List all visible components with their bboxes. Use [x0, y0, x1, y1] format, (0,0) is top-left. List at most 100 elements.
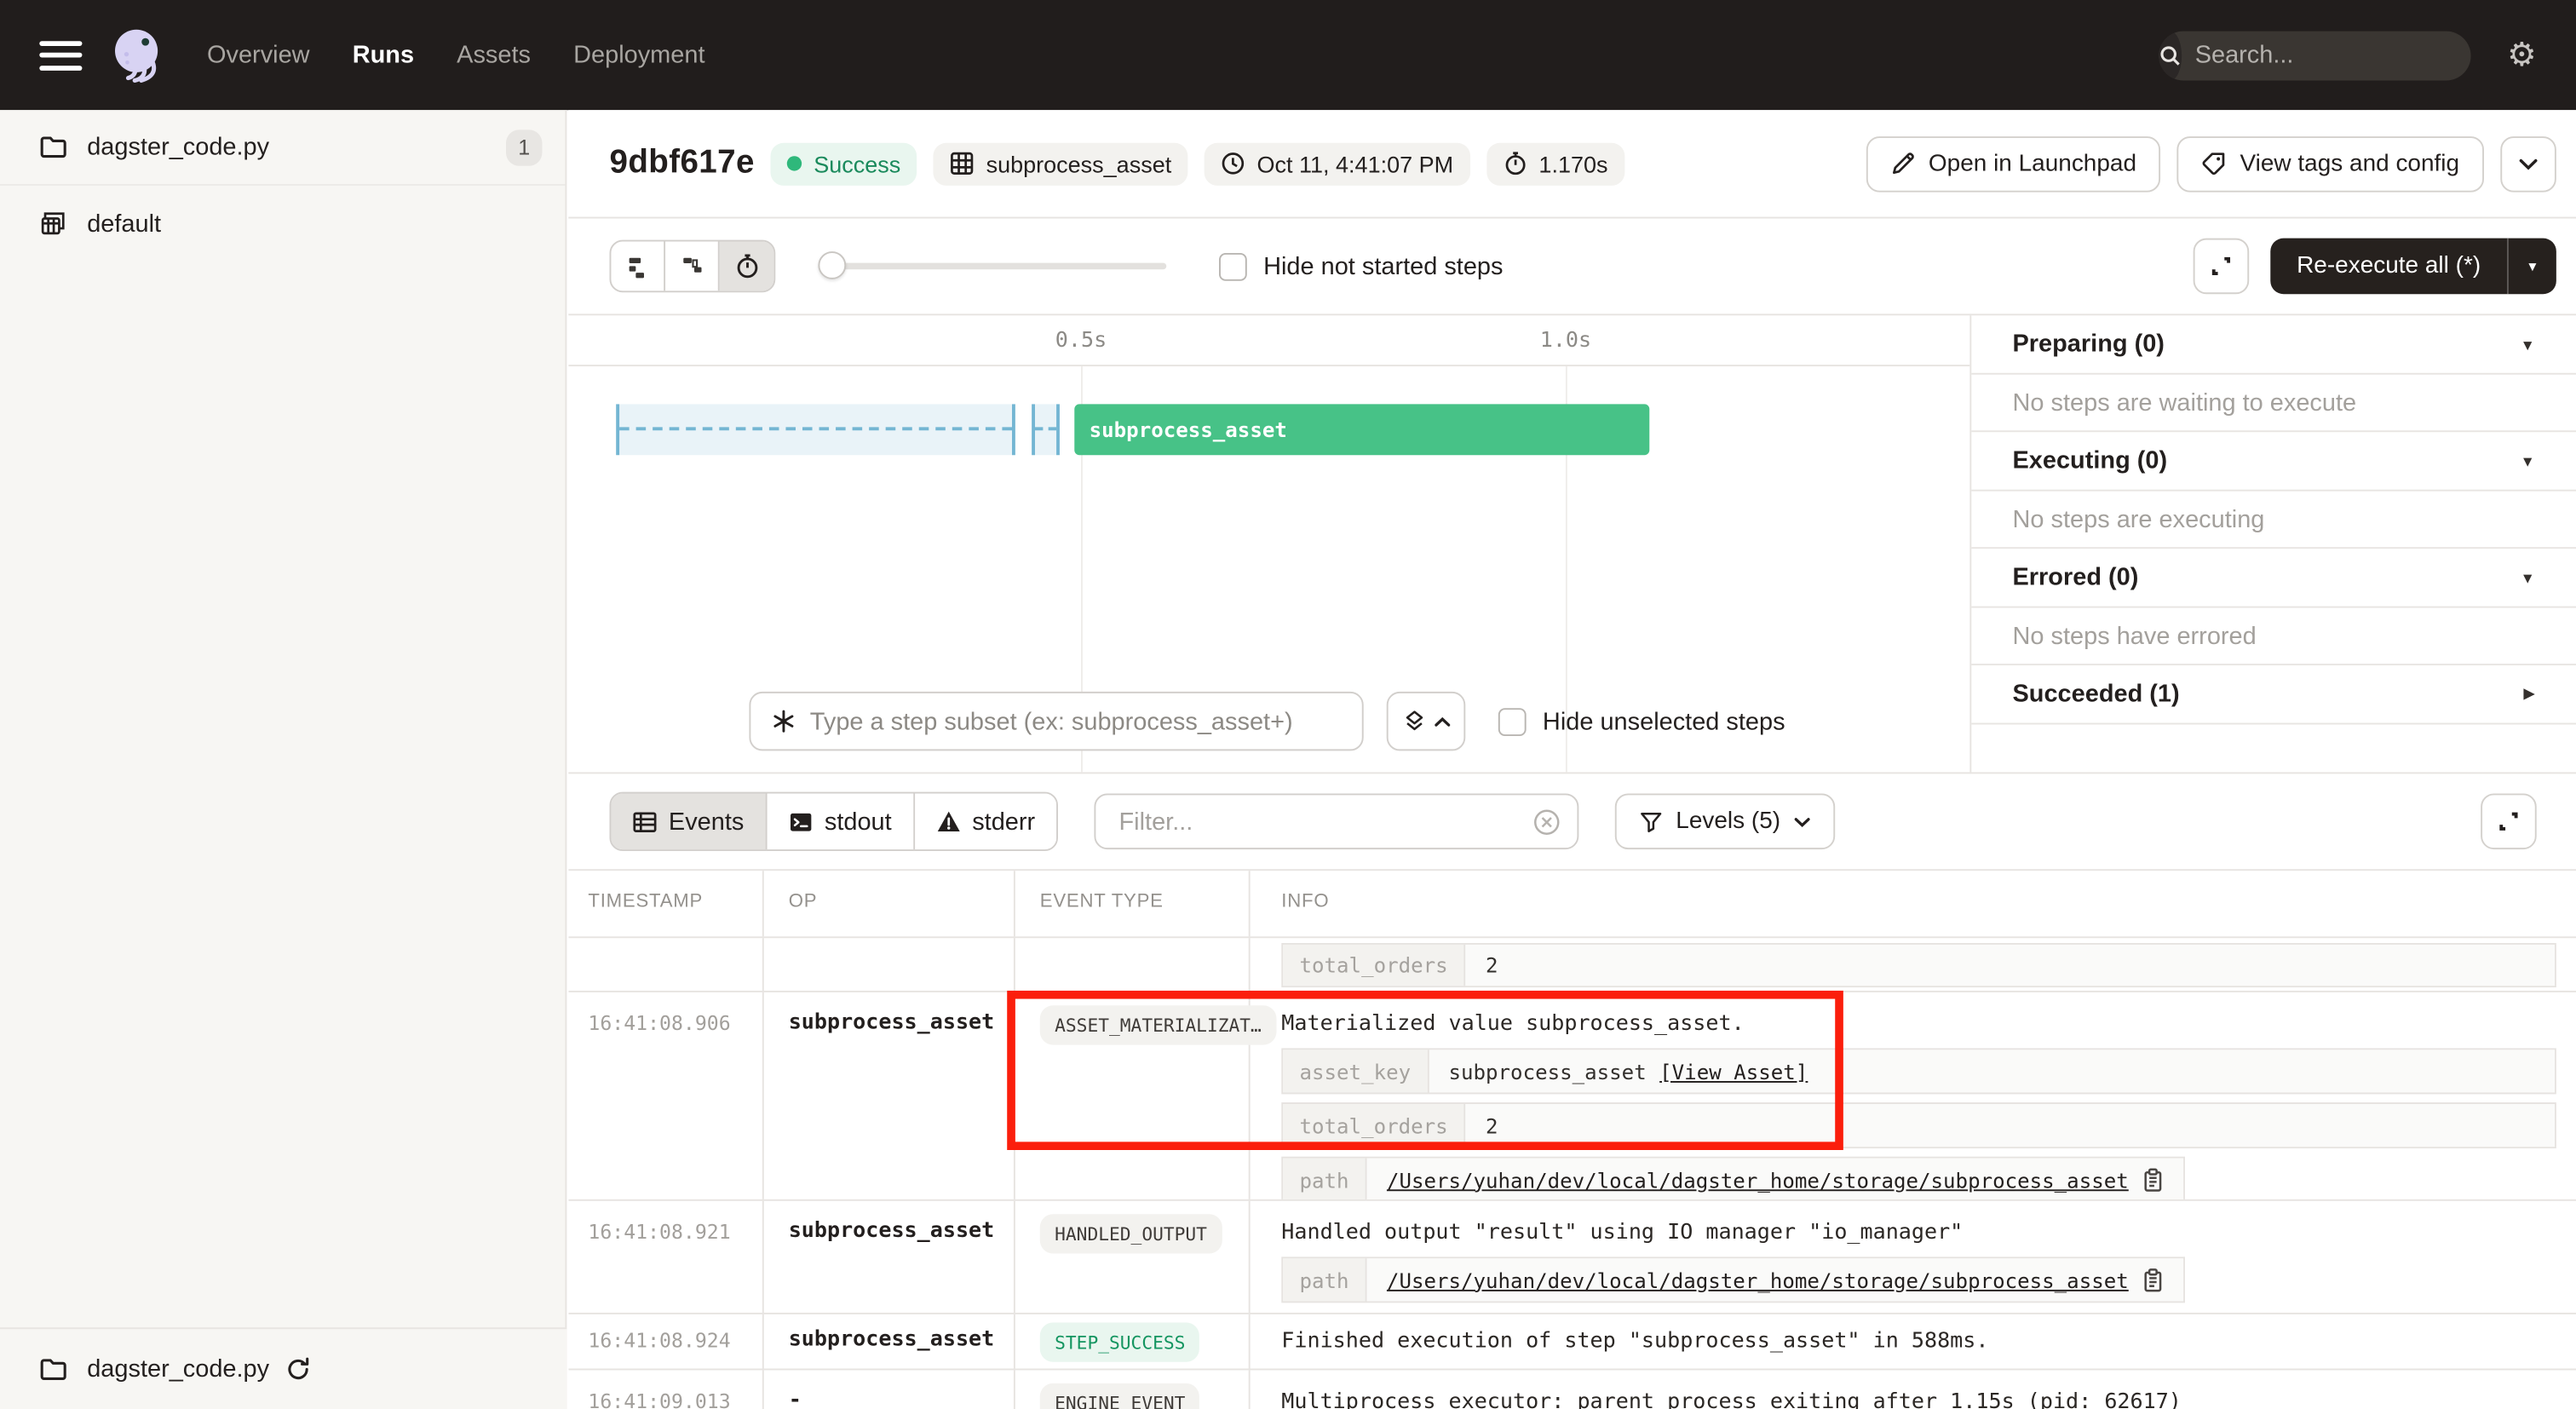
- sidebar-item-code-location[interactable]: dagster_code.py 1: [0, 110, 565, 186]
- event-row[interactable]: total_orders 2: [568, 938, 2576, 992]
- view-tags-config-button[interactable]: View tags and config: [2177, 135, 2484, 192]
- top-nav: Overview Runs Assets Deployment / ⚙: [0, 0, 2576, 110]
- nav-assets[interactable]: Assets: [457, 41, 531, 69]
- metadata-key: total_orders: [1283, 1104, 1466, 1147]
- slider-track: [818, 263, 1166, 270]
- events-table: TIMESTAMP OP EVENT TYPE INFO total_order…: [568, 871, 2576, 1409]
- warning-icon: [936, 810, 961, 833]
- event-op[interactable]: subprocess_asset: [764, 1201, 1015, 1313]
- re-execute-label: Re-execute all (*): [2270, 239, 2507, 295]
- hamburger-menu-icon[interactable]: [39, 40, 82, 70]
- gantt-fullscreen-button[interactable]: [2194, 239, 2250, 295]
- status-section-title: Errored (0): [2012, 563, 2138, 591]
- gear-icon[interactable]: ⚙: [2507, 34, 2537, 75]
- events-fullscreen-button[interactable]: [2481, 793, 2537, 849]
- copy-icon[interactable]: [2142, 1268, 2163, 1292]
- code-location-count-badge: 1: [506, 129, 542, 164]
- run-more-actions-button[interactable]: [2500, 135, 2556, 192]
- log-filter-input[interactable]: [1119, 808, 1533, 836]
- gantt-timeline-header: 0.5s 1.0s: [568, 315, 1969, 366]
- step-subset-input[interactable]: [810, 707, 1343, 735]
- run-header: 9dbf617e Success subprocess_asset: [568, 110, 2576, 218]
- event-op[interactable]: subprocess_asset: [764, 992, 1015, 1199]
- event-description: Finished execution of step "subprocess_a…: [1281, 1314, 2576, 1357]
- hide-not-started-checkbox[interactable]: [1219, 252, 1247, 280]
- view-asset-link[interactable]: [View Asset]: [1659, 1059, 1808, 1084]
- path-link[interactable]: /Users/yuhan/dev/local/dagster_home/stor…: [1387, 1167, 2129, 1192]
- dagster-logo-icon[interactable]: [105, 22, 170, 88]
- zoom-slider[interactable]: [818, 251, 1166, 281]
- event-op[interactable]: subprocess_asset: [764, 1314, 1015, 1369]
- run-duration: 1.170s: [1538, 150, 1607, 176]
- status-section-errored[interactable]: Errored (0) ▼: [1971, 549, 2576, 607]
- folder-icon: [39, 1357, 67, 1382]
- tab-stderr[interactable]: stderr: [915, 793, 1057, 849]
- sidebar-footer: dagster_code.py: [0, 1327, 566, 1409]
- status-section-preparing[interactable]: Preparing (0) ▼: [1971, 315, 2576, 374]
- log-filter: [1095, 793, 1579, 849]
- event-description: Multiprocess executor: parent process ex…: [1281, 1370, 2576, 1409]
- search-input[interactable]: [2182, 41, 2470, 69]
- event-row[interactable]: 16:41:08.921 subprocess_asset HANDLED_OU…: [568, 1201, 2576, 1314]
- path-link[interactable]: /Users/yuhan/dev/local/dagster_home/stor…: [1387, 1268, 2129, 1292]
- caret-down-icon: ▼: [2521, 569, 2535, 585]
- view-waterfall-icon[interactable]: [665, 241, 720, 290]
- step-subset-input-wrap: [749, 692, 1363, 751]
- refresh-icon[interactable]: [285, 1357, 310, 1382]
- sidebar: dagster_code.py 1 default dagster_code.p…: [0, 110, 566, 1409]
- clear-filter-icon[interactable]: [1533, 808, 1561, 836]
- funnel-icon: [1640, 811, 1663, 832]
- nav-deployment[interactable]: Deployment: [573, 41, 704, 69]
- gantt-step-bar[interactable]: subprocess_asset: [1074, 404, 1649, 455]
- graph-query-toggle-button[interactable]: [1387, 692, 1466, 751]
- status-section-title: Preparing (0): [2012, 331, 2164, 359]
- metadata-value: /Users/yuhan/dev/local/dagster_home/stor…: [1367, 1258, 2183, 1301]
- run-start-time: Oct 11, 4:41:07 PM: [1257, 150, 1454, 176]
- metadata-row: total_orders 2: [1281, 1102, 2556, 1148]
- metadata-key: path: [1283, 1258, 1367, 1301]
- caret-down-icon: ▼: [2521, 452, 2535, 469]
- hide-unselected-checkbox[interactable]: [1498, 707, 1527, 735]
- event-op[interactable]: -: [764, 1370, 1015, 1409]
- tab-label: stderr: [972, 808, 1035, 836]
- re-execute-caret-icon[interactable]: ▼: [2507, 239, 2556, 295]
- main-content: 9dbf617e Success subprocess_asset: [568, 110, 2576, 1409]
- event-row[interactable]: 16:41:08.924 subprocess_asset STEP_SUCCE…: [568, 1314, 2576, 1371]
- event-row[interactable]: 16:41:09.013 - ENGINE_EVENT Multiprocess…: [568, 1370, 2576, 1409]
- global-search[interactable]: /: [2159, 31, 2470, 80]
- metadata-value: subprocess_asset [View Asset]: [1429, 1050, 2555, 1092]
- dagster-run-page: Overview Runs Assets Deployment / ⚙: [0, 0, 2576, 1409]
- event-row[interactable]: 16:41:08.906 subprocess_asset ASSET_MATE…: [568, 992, 2576, 1201]
- tab-events[interactable]: Events: [611, 793, 767, 849]
- gantt-waiting-bar: [616, 404, 1015, 455]
- sidebar-item-job-default[interactable]: default: [0, 186, 565, 262]
- run-id: 9dbf617e: [609, 145, 754, 182]
- event-description: Materialized value subprocess_asset.: [1281, 992, 2576, 1040]
- re-execute-button[interactable]: Re-execute all (*) ▼: [2270, 239, 2556, 295]
- gantt-chart: 0.5s 1.0s subprocess_asset: [568, 315, 1969, 772]
- clock-icon: [1221, 151, 1245, 175]
- sidebar-item-label: dagster_code.py: [87, 133, 269, 161]
- log-type-tabs: Events stdout: [609, 792, 1058, 851]
- tab-stdout[interactable]: stdout: [767, 793, 914, 849]
- caret-right-icon: ▶: [2523, 685, 2534, 703]
- status-section-succeeded[interactable]: Succeeded (1) ▶: [1971, 665, 2576, 724]
- event-timestamp: 16:41:08.906: [568, 992, 763, 1199]
- metadata-row: total_orders 2: [1281, 943, 2556, 987]
- slider-handle[interactable]: [818, 251, 846, 279]
- view-flat-icon[interactable]: [611, 241, 665, 290]
- col-header-event-type: EVENT TYPE: [1015, 871, 1251, 936]
- col-header-timestamp: TIMESTAMP: [568, 871, 763, 936]
- event-type-chip: ENGINE_EVENT: [1040, 1383, 1200, 1409]
- levels-filter-button[interactable]: Levels (5): [1615, 793, 1835, 849]
- timeline-tick: 1.0s: [1540, 329, 1591, 354]
- open-in-launchpad-button[interactable]: Open in Launchpad: [1866, 135, 2161, 192]
- nav-runs[interactable]: Runs: [353, 41, 414, 69]
- open-in-launchpad-label: Open in Launchpad: [1929, 150, 2136, 176]
- copy-icon[interactable]: [2142, 1167, 2163, 1192]
- nav-overview[interactable]: Overview: [207, 41, 310, 69]
- run-job-chip[interactable]: subprocess_asset: [934, 142, 1188, 185]
- status-section-executing[interactable]: Executing (0) ▼: [1971, 432, 2576, 491]
- metadata-row: asset_key subprocess_asset [View Asset]: [1281, 1048, 2556, 1094]
- view-timed-icon[interactable]: [720, 241, 774, 290]
